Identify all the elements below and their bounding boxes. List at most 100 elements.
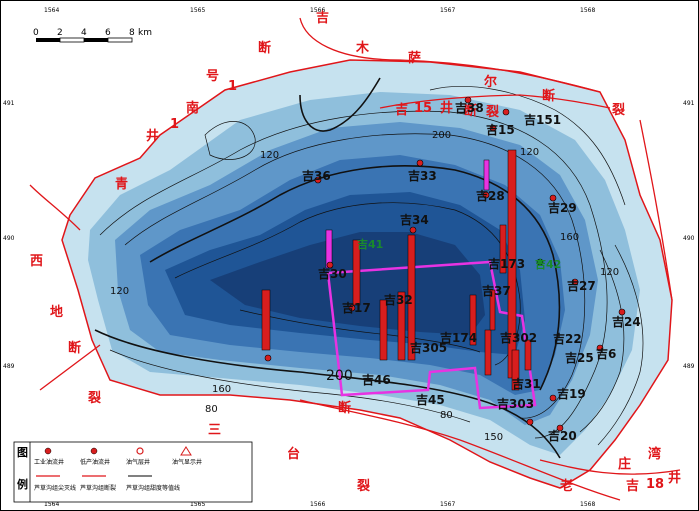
coord-bottom-3: 1566 [310,501,325,508]
fault-label: 1 [170,117,179,132]
fault-label: 18 [646,477,664,492]
legend-item-4: 油气显示井 [172,458,202,466]
fault-label: 1 [228,79,237,94]
fault-label: 地 [50,304,63,320]
well-marker [409,226,417,234]
fault-label: 15 [414,101,432,116]
well-marker [502,108,510,116]
well-label: 吉42 [535,257,561,271]
contour-label: 160 [560,232,579,243]
coord-left-2: 490 [3,235,15,242]
legend-item-7: 芦草沟组甜度等值线 [126,484,180,492]
fault-label: 青 [115,176,128,192]
legend-low-yield-well-icon [90,447,98,455]
fault-label: 井 [146,128,159,144]
well-marker [526,418,534,426]
fault-label: 三 [208,423,221,438]
fault-label: 裂 [87,390,102,406]
fault-label: 西 [30,254,43,269]
well-label: 吉305 [410,340,447,355]
well-label: 吉302 [500,330,537,345]
contour-label: 200 [326,368,353,384]
well-label: 吉6 [596,346,616,361]
contour-label: 80 [205,404,218,415]
well-label: 吉15 [486,122,515,137]
contour-label: 120 [600,267,619,278]
contour-label: 120 [110,286,129,297]
fault-label: 吉 [626,479,639,494]
fault-label: 断 [338,400,351,416]
well-label: 吉303 [497,396,534,411]
well-label: 吉32 [384,292,413,307]
legend-item-5: 芦草沟组尖灭线 [34,484,76,492]
coord-right-1: 491 [683,100,695,107]
coord-bottom-5: 1568 [580,501,595,508]
fault-label: 湾 [648,446,661,462]
legend: 图 例 工业油流井 低产油流井 油气层井 油气显示井 芦草沟组尖灭线 芦草沟组断… [13,441,253,503]
well-label: 吉22 [553,331,582,346]
contour-label: 120 [520,147,539,158]
well-label: 吉46 [362,372,391,387]
well-marker [264,354,272,362]
contour-label: 80 [440,410,453,421]
fault-label: 老 [559,478,573,494]
well-label: 吉24 [612,314,641,329]
legend-title-top: 图 [17,446,28,459]
fault-label: 庄 [618,456,631,472]
well-label: 吉28 [476,188,505,203]
scale-0: 0 [33,28,39,38]
well-label: 吉33 [408,168,437,183]
well-bar [483,159,490,191]
fault-label: 号 [206,69,219,84]
scale-4: 4 [81,28,87,38]
fault-label: 南 [186,100,199,116]
well-label: 吉25 [565,350,594,365]
coord-top-2: 1565 [190,7,205,14]
well-bar [379,299,388,361]
well-marker [549,394,557,402]
fault-label: 裂 [485,104,500,120]
contour-label: 120 [260,150,279,161]
legend-title-bottom: 例 [17,477,28,491]
well-label: 吉17 [342,300,371,315]
fault-label: 吉 [395,103,408,118]
well-label: 吉173 [488,256,525,271]
fault-label: 尔 [484,74,497,90]
coord-right-2: 490 [683,235,695,242]
well-label: 吉30 [318,266,347,281]
fault-label: 断 [68,340,81,356]
well-label: 吉38 [455,100,484,115]
fault-label: 萨 [408,50,421,66]
scale-8: 8 [129,28,135,38]
well-label: 吉31 [512,376,541,391]
coord-left-3: 489 [3,363,15,370]
well-label: 吉27 [567,278,596,293]
coord-top-1: 1564 [44,7,59,14]
fault-label: 台 [287,446,300,462]
fault-label: 吉 [316,11,329,26]
coord-top-4: 1567 [440,7,455,14]
well-label: 吉20 [548,428,577,443]
well-marker [416,159,424,167]
scale-2: 2 [57,28,63,38]
coord-top-5: 1568 [580,7,595,14]
well-label: 吉37 [482,283,511,298]
scale-unit: km [138,28,152,38]
fault-label: 木 [355,40,370,56]
coord-right-3: 489 [683,363,695,370]
well-label: 吉151 [524,112,561,127]
fault-label: 井 [440,100,453,116]
well-label: 吉29 [548,200,577,215]
legend-oil-gas-layer-well-icon [136,447,144,455]
fault-label: 井 [668,470,681,486]
geologic-contour-map: 1564 1565 1566 1567 1568 491 490 489 491… [0,0,699,511]
well-label: 吉34 [400,212,429,227]
legend-item-3: 油气层井 [126,458,150,466]
legend-industrial-well-icon [44,447,52,455]
well-label: 吉19 [557,386,586,401]
well-label: 吉36 [302,168,331,183]
fault-label: 裂 [611,102,626,118]
well-label: 吉41 [357,237,383,251]
fault-label: 断 [258,40,271,56]
coord-bottom-4: 1567 [440,501,455,508]
